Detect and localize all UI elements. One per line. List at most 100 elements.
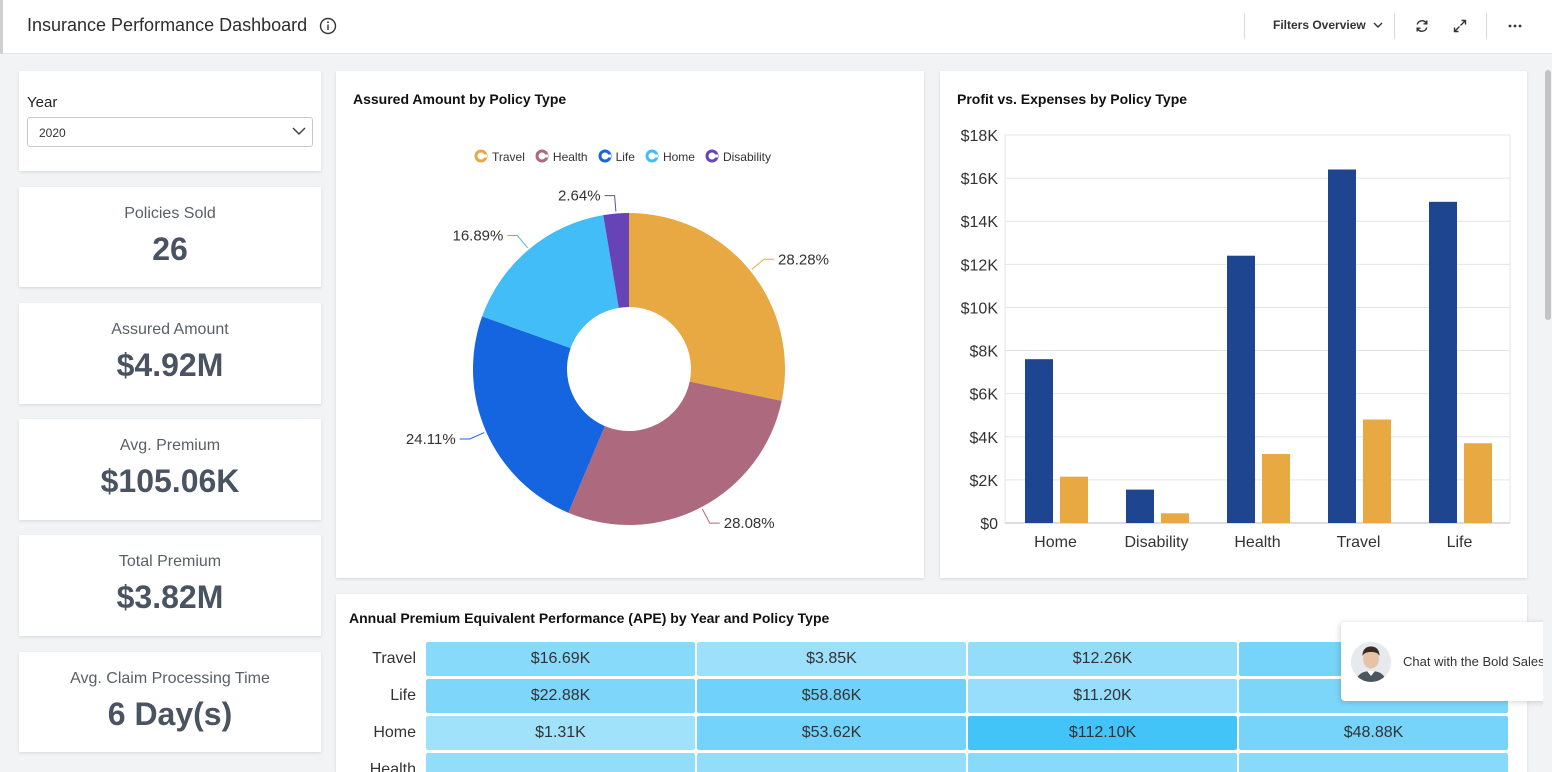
profit-expenses-chart-card: Profit vs. Expenses by Policy Type $0 $2K…	[940, 71, 1527, 578]
legend-label: Disability	[722, 150, 771, 164]
slice-data-label: 28.08%	[724, 515, 775, 532]
heatmap-row-label: Health	[369, 761, 416, 772]
heatmap-row-label: Home	[373, 724, 416, 741]
expenses-bar-life[interactable]	[1464, 443, 1492, 523]
y-tick-label: $2K	[970, 473, 999, 490]
donut-slice-disability[interactable]	[603, 213, 629, 308]
year-filter-label: Year	[27, 94, 58, 111]
y-tick-label: $12K	[961, 257, 999, 274]
donut-slice-travel[interactable]	[629, 213, 785, 401]
profit-bar-life[interactable]	[1429, 201, 1457, 524]
heatmap-cell[interactable]	[697, 753, 966, 772]
expenses-bar-travel[interactable]	[1363, 419, 1391, 523]
chat-widget[interactable]: Chat with the Bold Sales	[1341, 622, 1552, 701]
toolbar-divider	[1486, 13, 1487, 39]
chat-label: Chat with the Bold Sales	[1403, 654, 1545, 669]
slice-data-label: 2.64%	[558, 188, 601, 205]
chevron-down-icon	[292, 127, 306, 136]
profit-bar-health[interactable]	[1227, 255, 1255, 523]
legend-item-home[interactable]: Home	[645, 149, 695, 164]
top-bar: Insurance Performance Dashboard Filters …	[0, 0, 1552, 54]
donut-slice-home[interactable]	[482, 215, 619, 349]
heatmap-cell[interactable]	[426, 753, 695, 772]
legend-item-travel[interactable]: Travel	[474, 149, 525, 164]
heatmap-cell[interactable]: $12.26K	[968, 642, 1237, 676]
heatmap-cell[interactable]: $1.31K	[426, 716, 695, 750]
page-title: Insurance Performance Dashboard	[27, 15, 308, 35]
kpi-card-avg-claim-processing-time: Avg. Claim Processing Time 6 Day(s)	[19, 652, 321, 752]
y-tick-label: $6K	[970, 387, 999, 404]
slice-connector-line	[604, 195, 617, 212]
slice-data-label: 16.89%	[452, 228, 503, 245]
year-dropdown-value: 2020	[39, 126, 66, 140]
year-dropdown[interactable]: 2020	[27, 117, 313, 147]
heatmap-cell[interactable]: $112.10K	[968, 716, 1237, 750]
x-tick-label: Travel	[1337, 534, 1381, 551]
legend-swatch-icon	[598, 149, 612, 163]
avatar	[1351, 642, 1391, 682]
x-tick-label: Health	[1234, 534, 1280, 551]
info-icon[interactable]	[319, 17, 337, 35]
more-options-icon[interactable]	[1506, 17, 1524, 35]
kpi-value: $3.82M	[116, 579, 224, 615]
expand-icon[interactable]	[1451, 17, 1469, 35]
donut-slice-life[interactable]	[473, 316, 605, 513]
legend-swatch-icon	[535, 149, 549, 163]
kpi-label: Assured Amount	[111, 321, 229, 338]
y-tick-label: $14K	[961, 214, 999, 231]
kpi-card-assured-amount: Assured Amount $4.92M	[19, 303, 321, 404]
scrollbar[interactable]	[1543, 70, 1552, 770]
chart-legend: Travel Health Life Home Disability	[474, 149, 781, 164]
y-tick-label: $10K	[961, 300, 999, 317]
y-tick-label: $8K	[970, 344, 999, 361]
profit-bar-disability[interactable]	[1126, 489, 1154, 523]
refresh-icon[interactable]	[1413, 17, 1431, 35]
slice-connector-line	[507, 235, 529, 249]
legend-item-disability[interactable]: Disability	[705, 149, 771, 164]
filters-overview-button[interactable]: Filters Overview	[1273, 18, 1383, 32]
heatmap-cell[interactable]: $3.85K	[697, 642, 966, 676]
scrollbar-thumb[interactable]	[1545, 70, 1551, 320]
heatmap-row-label: Life	[390, 687, 416, 704]
heatmap-cell[interactable]: $11.20K	[968, 679, 1237, 713]
expenses-bar-health[interactable]	[1262, 454, 1290, 523]
heatmap-cell[interactable]	[968, 753, 1237, 772]
expenses-bar-home[interactable]	[1060, 476, 1088, 523]
y-tick-label: $0	[980, 516, 998, 533]
legend-item-health[interactable]: Health	[535, 149, 588, 164]
donut-slice-health[interactable]	[568, 381, 782, 525]
kpi-card-total-premium: Total Premium $3.82M	[19, 535, 321, 636]
heatmap-cell[interactable]: $48.88K	[1239, 716, 1508, 750]
expenses-bar-disability[interactable]	[1161, 513, 1189, 523]
legend-item-life[interactable]: Life	[598, 149, 635, 164]
profit-bar-home[interactable]	[1025, 359, 1053, 523]
legend-swatch-icon	[705, 149, 719, 163]
slice-data-label: 24.11%	[406, 431, 456, 448]
assured-amount-chart-card: Assured Amount by Policy Type Travel Heal…	[336, 71, 924, 578]
toolbar-divider	[1394, 13, 1395, 39]
chevron-down-icon	[1373, 22, 1383, 29]
heatmap-cell[interactable]: $16.69K	[426, 642, 695, 676]
heatmap-cell[interactable]: $53.62K	[697, 716, 966, 750]
slice-connector-line	[701, 508, 720, 524]
heatmap-cell[interactable]	[1239, 753, 1508, 772]
chart-title: Assured Amount by Policy Type	[353, 91, 567, 107]
heatmap-cell[interactable]: $58.86K	[697, 679, 966, 713]
y-tick-label: $16K	[961, 171, 999, 188]
toolbar-divider	[1244, 13, 1245, 39]
kpi-value: $4.92M	[116, 347, 224, 383]
legend-label: Health	[552, 150, 588, 164]
filters-overview-label: Filters Overview	[1273, 18, 1366, 32]
kpi-card-policies-sold: Policies Sold 26	[19, 187, 321, 287]
kpi-value: 26	[152, 231, 188, 267]
kpi-label: Total Premium	[118, 553, 222, 570]
kpi-label: Policies Sold	[124, 205, 216, 222]
legend-swatch-icon	[474, 149, 488, 163]
y-tick-label: $18K	[961, 128, 999, 145]
slice-connector-line	[459, 432, 485, 440]
profit-bar-travel[interactable]	[1328, 169, 1356, 523]
heatmap-row-label: Travel	[372, 650, 416, 667]
y-tick-label: $4K	[970, 430, 999, 447]
legend-swatch-icon	[645, 149, 659, 163]
heatmap-cell[interactable]: $22.88K	[426, 679, 695, 713]
